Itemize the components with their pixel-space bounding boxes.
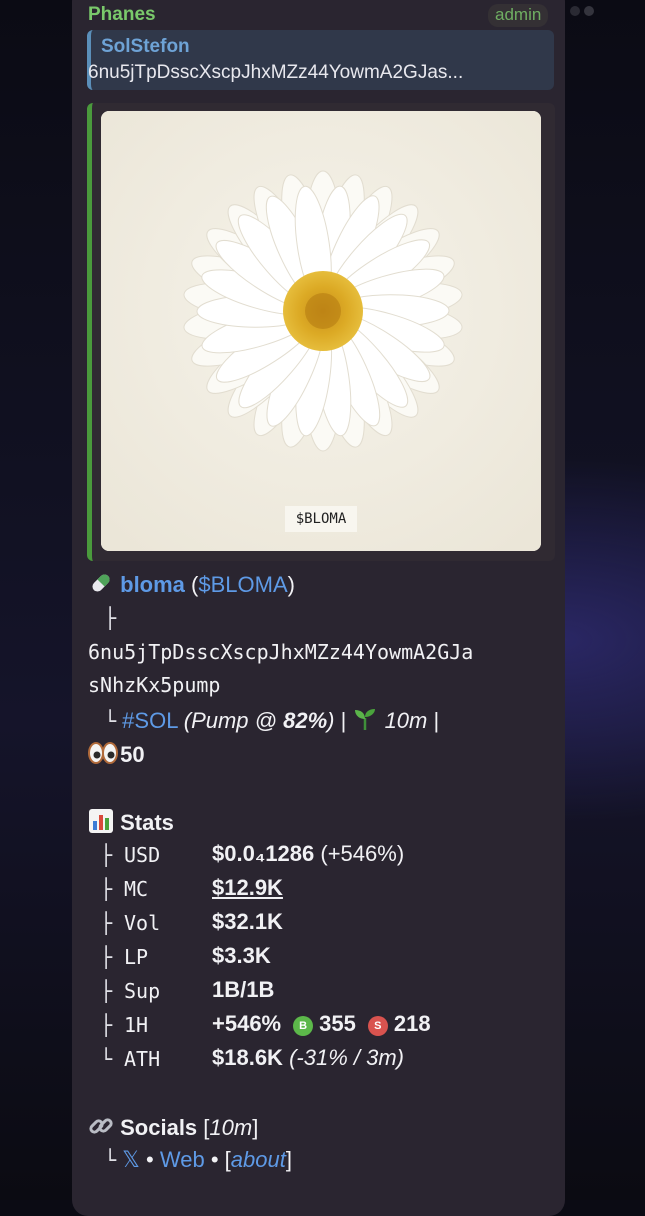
pump-percent: 82% (283, 708, 328, 733)
socials-heading: Socials [10m] (88, 1113, 258, 1141)
token-name-link[interactable]: bloma (120, 572, 185, 597)
tree-branch: ├ (100, 1013, 113, 1037)
about-link[interactable]: about (231, 1147, 286, 1172)
sell-icon: S (367, 1016, 388, 1036)
seedling-icon (352, 706, 378, 732)
stat-label: ATH (124, 1047, 161, 1071)
stat-value-text: $3.3K (212, 943, 271, 968)
socials-links: └ 𝕏 • Web • [about] (104, 1147, 292, 1173)
stat-value: $3.3K (212, 943, 271, 969)
tree-end: └ (104, 1148, 117, 1172)
tree-branch: ├ (100, 843, 113, 867)
stats-title: Stats (120, 810, 174, 835)
x-link[interactable]: 𝕏 (122, 1147, 140, 1172)
pill-icon (88, 570, 114, 596)
stat-label: Vol (124, 911, 161, 935)
stat-label: MC (124, 877, 149, 901)
token-label: $BLOMA (285, 506, 357, 532)
stat-label: Sup (124, 979, 161, 1003)
buy-icon: B (293, 1016, 314, 1036)
bullet: • (210, 1147, 219, 1172)
watchers-line: 50 (88, 740, 145, 768)
separator: | (340, 708, 353, 733)
bar-chart-icon (88, 808, 114, 834)
tree-branch: └ (100, 1047, 113, 1071)
tree-branch: ├ (100, 911, 113, 935)
stats-heading: Stats (88, 808, 174, 836)
pump-text: (Pump @ (183, 708, 284, 733)
stat-value-text: +546% (212, 1011, 282, 1036)
token-header: bloma ($BLOMA) (88, 570, 295, 598)
tree-branch: ├ (104, 606, 117, 630)
link-icon (88, 1113, 114, 1139)
socials-title: Socials (120, 1115, 198, 1140)
eyes-icon (88, 740, 118, 766)
stat-value: $0.0₄1286 (+546%) (212, 841, 404, 867)
stat-value-text: $18.6K (212, 1045, 283, 1070)
token-symbol-link[interactable]: $BLOMA (198, 572, 287, 597)
socials-age: 10m (209, 1115, 253, 1140)
bracket: ] (252, 1115, 259, 1140)
stat-change: (+546%) (320, 841, 405, 866)
token-age: 10m (384, 708, 428, 733)
stat-value: $32.1K (212, 909, 283, 935)
tree-branch: ├ (100, 877, 113, 901)
tree-branch: ├ (100, 979, 113, 1003)
token-address-line2[interactable]: sNhzKx5pump (88, 673, 220, 697)
window-dot (570, 6, 580, 16)
chain-link[interactable]: #SOL (122, 708, 177, 733)
stat-label: 1H (124, 1013, 149, 1037)
stat-value: $18.6K (-31% / 3m) (212, 1045, 404, 1071)
stat-value: +546% B 355 S 218 (212, 1011, 431, 1037)
stat-label: USD (124, 843, 161, 867)
token-address-line1[interactable]: 6nu5jTpDsscXscpJhxMZz44YowmA2GJa (88, 640, 473, 664)
tree-branch: ├ (100, 945, 113, 969)
stat-value-text: $0.0₄1286 (212, 841, 315, 866)
token-chain-line: └ #SOL (Pump @ 82%) | 10m | (104, 706, 439, 734)
web-link[interactable]: Web (160, 1147, 205, 1172)
bracket: ] (285, 1147, 292, 1172)
reply-author: SolStefon (101, 36, 190, 57)
sender-name[interactable]: Phanes (88, 4, 156, 26)
reply-text: 6nu5jTpDsscXscpJhxMZz44YowmA2GJas... (88, 62, 464, 83)
admin-badge: admin (488, 4, 549, 27)
stat-value-text: 1B/1B (212, 977, 275, 1002)
watchers-count: 50 (120, 742, 145, 767)
stat-value-text: $32.1K (212, 909, 283, 934)
stat-change: (-31% / 3m) (289, 1045, 404, 1070)
buy-count: 355 (319, 1011, 356, 1036)
paren-close: ) (287, 572, 295, 597)
stat-value[interactable]: $12.9K (212, 875, 283, 901)
bullet: • (146, 1147, 154, 1172)
sell-count: 218 (393, 1011, 431, 1036)
separator: | (433, 708, 440, 733)
pump-close: ) (327, 708, 335, 733)
stat-label: LP (124, 945, 149, 969)
tree-end: └ (104, 709, 117, 733)
window-dot (584, 6, 594, 16)
daisy-illustration (101, 111, 541, 551)
stat-value: 1B/1B (212, 977, 274, 1003)
stat-value-text: $12.9K (212, 875, 283, 900)
token-image[interactable]: $BLOMA (101, 111, 541, 551)
